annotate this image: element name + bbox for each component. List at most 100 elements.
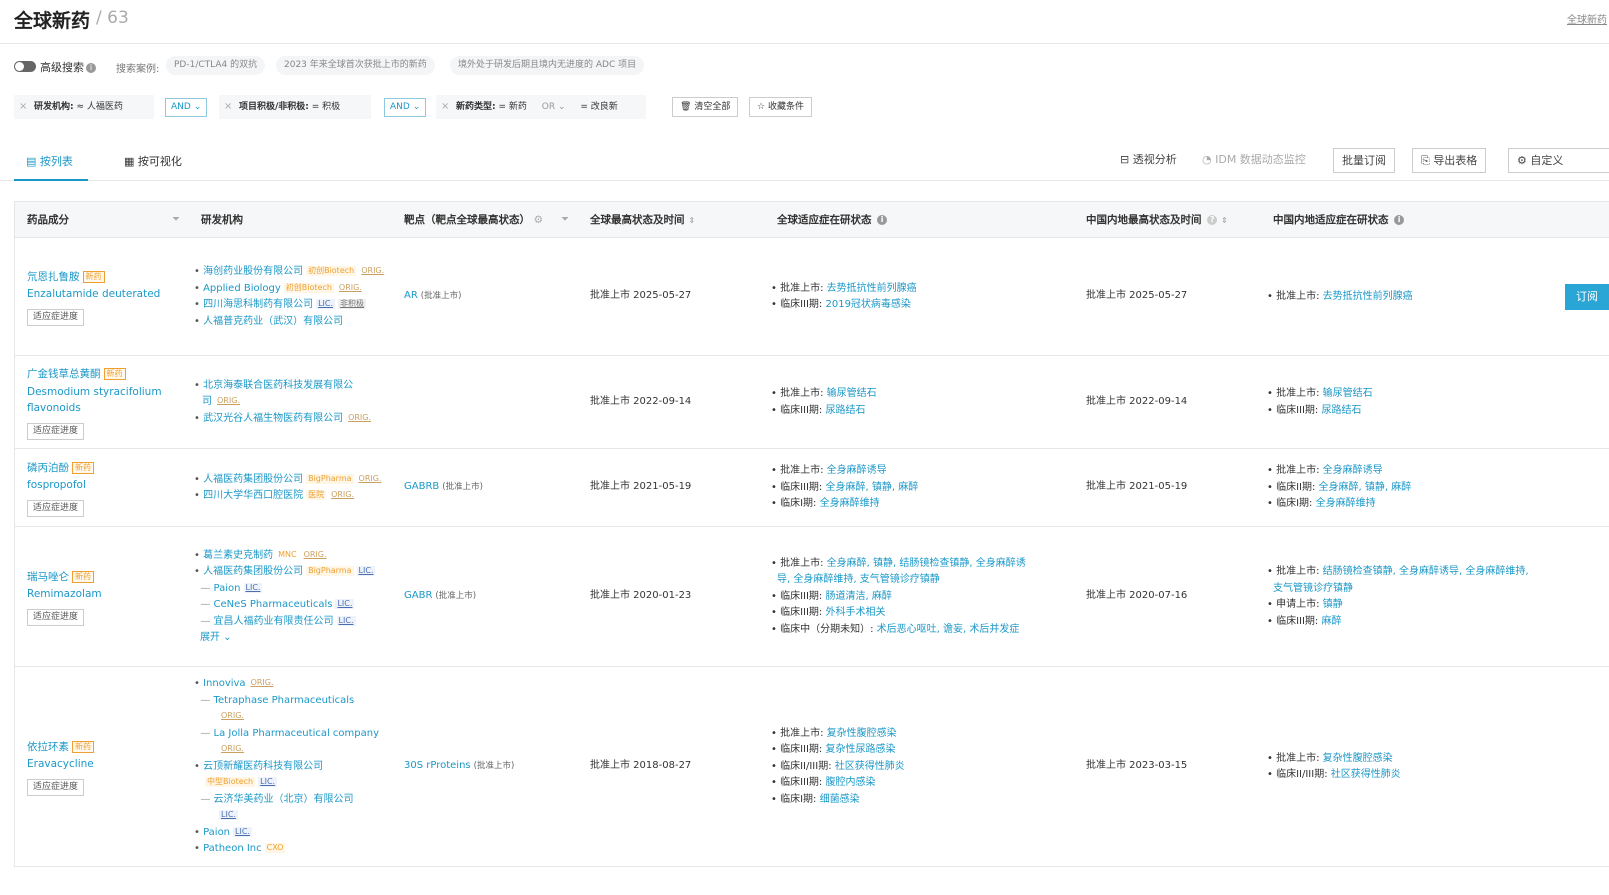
drug-name-cn[interactable]: 广金钱草总黄酮 新药 (27, 366, 162, 384)
org-link[interactable]: 葛兰素史克制药 (203, 550, 273, 561)
drug-name-link[interactable]: 广金钱草总黄酮 (27, 368, 101, 380)
org-link[interactable]: 云济华美药业（北京）有限公司 (214, 794, 354, 805)
example-chip[interactable]: 2023 年来全球首次获批上市的新药 (276, 56, 435, 75)
org-link[interactable]: 北京海泰联合医药科技发展有限公 (203, 380, 353, 391)
info-icon[interactable]: i (877, 215, 888, 225)
filter-icon[interactable]: ⏷ (172, 214, 180, 225)
indication-link[interactable]: 去势抵抗性前列腺癌 (1323, 291, 1413, 302)
drug-name-link[interactable]: 瑞马唑仑 (27, 571, 69, 583)
indication-link[interactable]: 复杂性腹腔感染 (827, 728, 897, 739)
indication-link[interactable]: 2019冠状病毒感染 (825, 299, 910, 310)
org-link[interactable]: 人福医药集团股份公司 (203, 474, 303, 485)
idm-monitor-button[interactable]: ◔ IDM 数据动态监控 (1194, 148, 1314, 173)
or-select[interactable]: OR ⌄ (542, 102, 566, 112)
indication-link[interactable]: 麻醉 (1321, 616, 1341, 627)
indication-link[interactable]: 全身麻醉诱导 (1323, 465, 1383, 476)
filter-active[interactable]: × 项目积极/非积极: = 积极 (219, 95, 371, 119)
settings-icon[interactable]: ⚙ (534, 214, 543, 226)
org-link[interactable]: Patheon Inc (203, 843, 262, 854)
indication-link[interactable]: 全身麻醉, 镇静, 麻醉 (1319, 482, 1412, 493)
target-link[interactable]: AR (404, 290, 418, 301)
drug-name-en[interactable]: Enzalutamide deuterated (27, 286, 160, 303)
col-cn-status[interactable]: 中国内地最高状态及时间 ? ⇕ (1086, 212, 1228, 227)
indication-progress-button[interactable]: 适应症进度 (27, 608, 85, 626)
close-icon[interactable]: × (19, 95, 27, 119)
clear-all-button[interactable]: 🗑 清空全部 (672, 97, 739, 117)
indication-progress-button[interactable]: 适应症进度 (27, 308, 85, 326)
example-chip[interactable]: 境外处于研发后期且境内无进度的 ADC 项目 (450, 56, 645, 75)
org-link[interactable]: CeNeS Pharmaceuticals (214, 599, 333, 610)
org-link[interactable]: 四川大学华西口腔医院 (203, 490, 303, 501)
org-link[interactable]: Innoviva (203, 678, 246, 689)
drug-name-link[interactable]: 依拉环素 (27, 741, 69, 753)
indication-link[interactable]: 镇静 (1323, 599, 1343, 610)
org-link[interactable]: Applied Biology (203, 283, 281, 294)
indication-link[interactable]: 全身麻醉维持 (820, 498, 880, 509)
info-icon[interactable]: i (1394, 215, 1405, 225)
org-link[interactable]: 武汉光谷人福生物医药有限公司 (203, 413, 343, 424)
filter-org[interactable]: × 研发机构: ≈ 人福医药 (14, 95, 154, 119)
org-link[interactable]: Paion (214, 583, 241, 594)
drug-name-cn[interactable]: 磷丙泊酚 新药 (27, 460, 94, 478)
indication-link[interactable]: 全身麻醉诱导 (827, 465, 887, 476)
header-link[interactable]: 全球新药 (1567, 11, 1609, 26)
indication-link[interactable]: 腹腔内感染 (825, 777, 875, 788)
subscribe-button[interactable]: 订阅 (1565, 284, 1609, 310)
info-icon[interactable]: ? (1207, 215, 1218, 225)
org-link[interactable]: Paion (203, 827, 230, 838)
batch-subscribe-button[interactable]: 批量订阅 (1333, 148, 1395, 173)
indication-link[interactable]: 支气管镜诊疗镇静 (1273, 583, 1353, 594)
drug-name-en[interactable]: Remimazolam (27, 586, 102, 603)
org-link[interactable]: 云顶新耀医药科技有限公司 (203, 761, 323, 772)
indication-link[interactable]: 尿路结石 (825, 405, 865, 416)
export-button[interactable]: ⎘ 导出表格 (1412, 148, 1487, 173)
org-link[interactable]: 人福普克药业（武汉）有限公司 (203, 316, 343, 327)
save-filter-button[interactable]: ☆ 收藏条件 (749, 97, 812, 117)
drug-name-link[interactable]: 磷丙泊酚 (27, 462, 69, 474)
drug-name-en[interactable]: fospropofol (27, 477, 94, 494)
target-link[interactable]: GABRB (404, 481, 439, 492)
close-icon[interactable]: × (441, 95, 449, 119)
org-link[interactable]: La Jolla Pharmaceutical company (214, 728, 379, 739)
indication-link[interactable]: 社区获得性肺炎 (1331, 769, 1401, 780)
indication-progress-button[interactable]: 适应症进度 (27, 778, 85, 796)
indication-link[interactable]: 导, 全身麻醉维持, 支气管镜诊疗镇静 (777, 574, 940, 585)
sort-icon[interactable]: ⇕ (689, 216, 696, 225)
drug-name-en[interactable]: Eravacycline (27, 756, 94, 773)
tab-list[interactable]: ▤ 按列表 (26, 153, 73, 169)
indication-link[interactable]: 术后恶心呕吐, 谵妄, 术后并发症 (877, 624, 1020, 635)
org-link[interactable]: Tetraphase Pharmaceuticals (214, 695, 355, 706)
drug-name-cn[interactable]: 瑞马唑仑 新药 (27, 569, 102, 587)
and-select[interactable]: AND ⌄ (165, 98, 208, 117)
indication-link[interactable]: 肠道清洁, 麻醉 (825, 591, 891, 602)
expand-button[interactable]: 展开 ⌄ (194, 630, 375, 647)
indication-link[interactable]: 结肠镜检查镇静, 全身麻醉诱导, 全身麻醉维持, (1323, 566, 1529, 577)
info-icon[interactable]: i (86, 63, 96, 73)
indication-link[interactable]: 全身麻醉, 镇静, 结肠镜检查镇静, 全身麻醉诱 (827, 558, 1026, 569)
indication-progress-button[interactable]: 适应症进度 (27, 499, 85, 517)
filter-drug-type[interactable]: × 新药类型: = 新药 OR ⌄ = 改良新 (436, 95, 646, 119)
example-chip[interactable]: PD-1/CTLA4 的双抗 (166, 56, 266, 75)
indication-link[interactable]: 去势抵抗性前列腺癌 (827, 283, 917, 294)
custom-button[interactable]: ⚙ 自定义 (1508, 148, 1609, 173)
indication-link[interactable]: 社区获得性肺炎 (835, 761, 905, 772)
pivot-button[interactable]: ⊟ 透视分析 (1112, 148, 1185, 173)
drug-name-en[interactable]: flavonoids (27, 400, 162, 417)
tab-visual[interactable]: ▦ 按可视化 (124, 153, 182, 169)
target-link[interactable]: 30S rProteins (404, 760, 471, 771)
drug-name-en[interactable]: Desmodium styracifolium (27, 384, 162, 401)
indication-link[interactable]: 细菌感染 (820, 794, 860, 805)
drug-name-cn[interactable]: 氘恩扎鲁胺 新药 (27, 269, 160, 287)
drug-name-cn[interactable]: 依拉环素 新药 (27, 739, 94, 757)
target-link[interactable]: GABR (404, 590, 432, 601)
org-link[interactable]: 人福医药集团股份公司 (203, 566, 303, 577)
org-link[interactable]: 宜昌人福药业有限责任公司 (214, 616, 334, 627)
sort-icon[interactable]: ⇕ (1221, 216, 1228, 225)
indication-link[interactable]: 外科手术相关 (825, 607, 885, 618)
indication-link[interactable]: 输尿管结石 (827, 388, 877, 399)
indication-link[interactable]: 输尿管结石 (1323, 388, 1373, 399)
and-select[interactable]: AND ⌄ (384, 98, 427, 117)
filter-icon[interactable]: ⏷ (561, 214, 569, 225)
indication-link[interactable]: 复杂性尿路感染 (825, 744, 895, 755)
indication-progress-button[interactable]: 适应症进度 (27, 422, 85, 440)
